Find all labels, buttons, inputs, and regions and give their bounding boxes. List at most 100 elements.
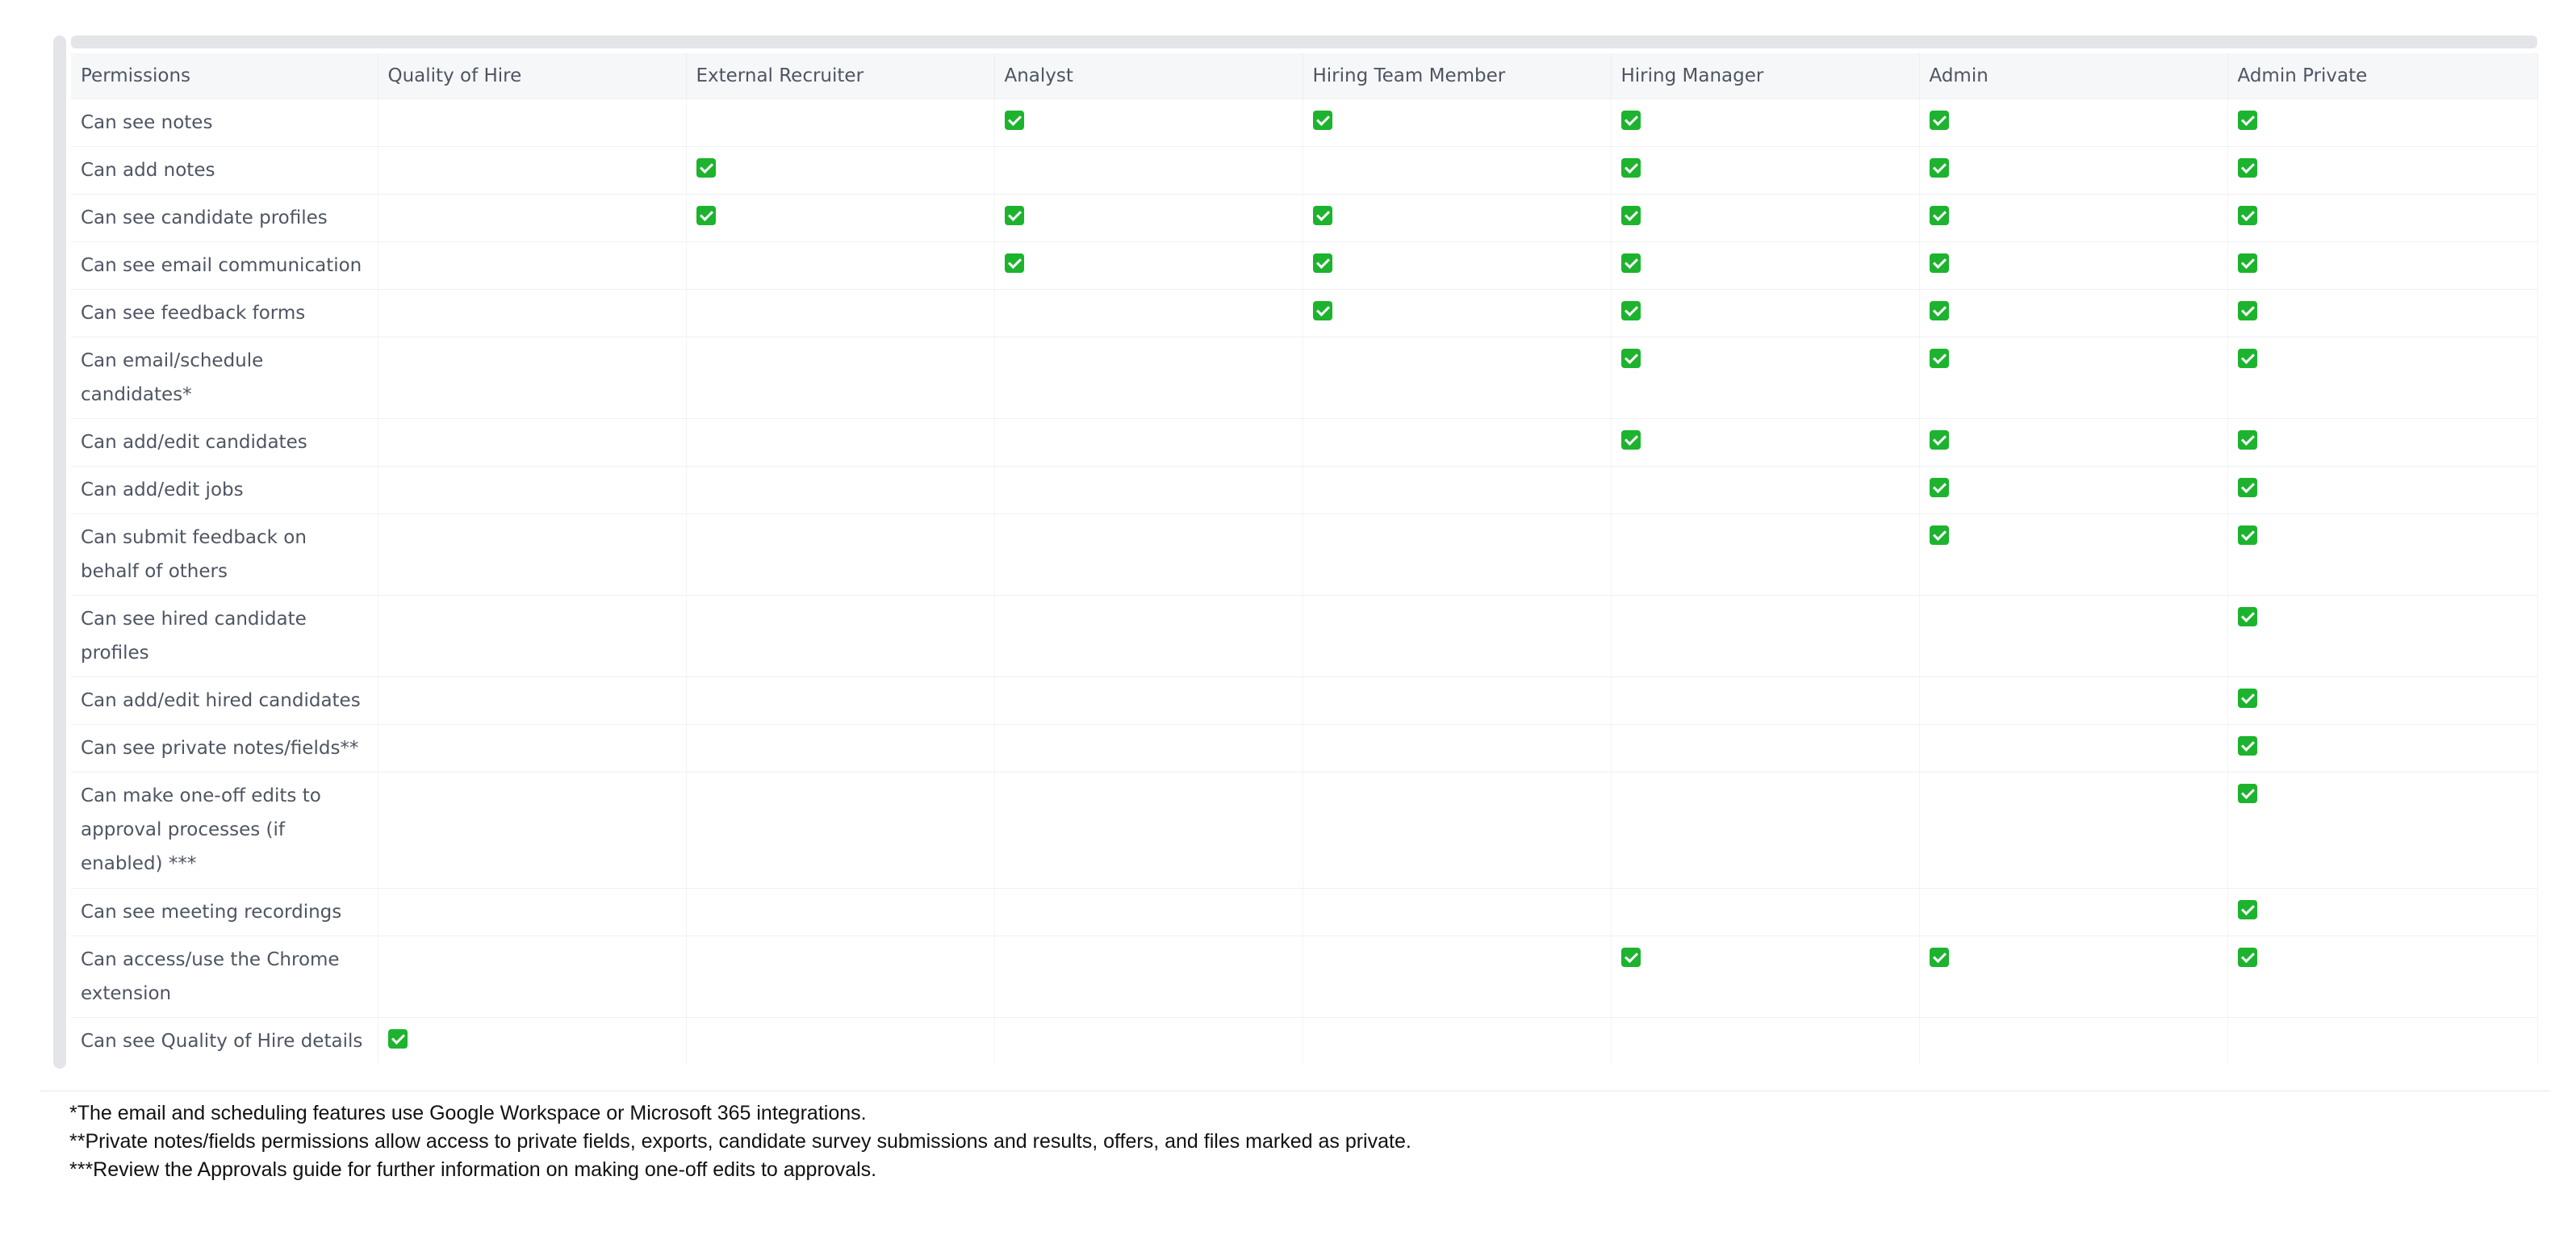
permission-cell: [686, 935, 995, 1017]
permission-cell: [1303, 676, 1612, 724]
check-mark-icon: [1620, 348, 1641, 368]
check-mark-icon: [2237, 947, 2257, 967]
permission-cell: [994, 676, 1303, 724]
permission-cell: [994, 887, 1303, 936]
permission-cell: [2227, 513, 2538, 595]
permission-cell: [378, 723, 687, 772]
permission-cell: [2227, 336, 2538, 418]
check-mark-icon: [1620, 300, 1641, 320]
permission-cell: [1919, 417, 2228, 466]
permission-cell: [378, 417, 687, 466]
permission-cell: [2227, 723, 2538, 772]
permission-cell: [378, 98, 687, 146]
permission-cell: [994, 1016, 1303, 1065]
permission-cell: [1303, 193, 1612, 241]
table-row: Can submit feedback on behalf of others: [71, 513, 2538, 595]
permission-cell: [994, 193, 1303, 241]
permission-cell: [378, 465, 687, 513]
permission-cell: [994, 145, 1303, 194]
permission-label: Can access/use the Chrome extension: [81, 948, 340, 1004]
column-header-admin: Admin: [1919, 53, 2228, 98]
permission-cell: [1611, 935, 1920, 1017]
check-mark-icon: [2237, 899, 2257, 919]
table-row: Can add/edit candidates: [71, 417, 2538, 466]
permission-cell: [1303, 935, 1612, 1017]
permission-cell: [1919, 193, 2228, 241]
permission-cell: [1303, 145, 1612, 194]
permission-cell: [1919, 594, 2228, 676]
permission-cell: [686, 288, 995, 337]
check-mark-icon: [1312, 205, 1332, 225]
table-row: Can see notes: [71, 98, 2538, 146]
permission-label: Can see feedback forms: [81, 302, 306, 324]
check-mark-icon: [1620, 205, 1641, 225]
permission-cell: [1611, 513, 1920, 595]
table-row: Can add/edit jobs: [71, 465, 2538, 513]
permission-cell: [1611, 193, 1920, 241]
permission-cell: [378, 935, 687, 1017]
vertical-scrollbar[interactable]: [53, 36, 66, 1069]
permission-cell: [1303, 241, 1612, 289]
permission-cell: [686, 465, 995, 513]
check-mark-icon: [2237, 157, 2257, 178]
permission-cell: [378, 1016, 687, 1065]
permission-cell: [2227, 98, 2538, 146]
permission-cell: [2227, 887, 2538, 936]
check-mark-icon: [1004, 110, 1024, 130]
permission-cell: [994, 935, 1303, 1017]
permission-cell: [1919, 288, 2228, 337]
table-row: Can see meeting recordings: [71, 887, 2538, 936]
permission-cell: [686, 513, 995, 595]
permission-label: Can add notes: [81, 159, 215, 181]
column-header-hiring-team-member: Hiring Team Member: [1303, 53, 1612, 98]
permission-cell: [2227, 417, 2538, 466]
permission-label-cell: Can access/use the Chrome extension: [71, 935, 378, 1017]
permission-label: Can add/edit candidates: [81, 431, 307, 453]
column-header-external-recruiter: External Recruiter: [686, 53, 995, 98]
permission-cell: [378, 241, 687, 289]
permission-cell: [1919, 336, 2228, 418]
horizontal-scrollbar[interactable]: [71, 36, 2537, 48]
permission-label-cell: Can see private notes/fields**: [71, 723, 378, 772]
permission-cell: [2227, 241, 2538, 289]
permission-cell: [1611, 98, 1920, 146]
permission-cell: [2227, 676, 2538, 724]
permission-label: Can see email communication: [81, 254, 362, 276]
permission-label: Can add/edit jobs: [81, 479, 244, 500]
permission-cell: [686, 1016, 995, 1065]
permission-cell: [1611, 771, 1920, 888]
permission-cell: [2227, 465, 2538, 513]
table-row: Can see candidate profiles: [71, 193, 2538, 241]
permission-cell: [994, 771, 1303, 888]
footnote-approvals: ***Review the Approvals guide for furthe…: [69, 1158, 877, 1181]
table-row: Can make one-off edits to approval proce…: [71, 771, 2538, 888]
permission-label-cell: Can see email communication: [71, 241, 378, 289]
check-mark-icon: [1620, 253, 1641, 273]
permission-cell: [1611, 465, 1920, 513]
check-mark-icon: [1004, 205, 1024, 225]
permission-cell: [1611, 594, 1920, 676]
table-body: Can see notes Can add notes Can see candid…: [71, 98, 2538, 1065]
check-mark-icon: [1312, 110, 1332, 130]
check-mark-icon: [2237, 735, 2257, 756]
check-mark-icon: [1620, 429, 1641, 450]
permission-cell: [686, 145, 995, 194]
permission-cell: [994, 723, 1303, 772]
permission-cell: [1919, 723, 2228, 772]
permission-cell: [378, 771, 687, 888]
permission-cell: [1303, 513, 1612, 595]
permissions-table-container: Permissions Quality of Hire External Rec…: [53, 36, 2538, 1069]
table-row: Can add notes: [71, 145, 2538, 194]
table-row: Can add/edit hired candidates: [71, 676, 2538, 724]
check-mark-icon: [1929, 253, 1949, 273]
permission-cell: [994, 513, 1303, 595]
check-mark-icon: [1929, 947, 1949, 967]
check-mark-icon: [1312, 300, 1332, 320]
check-mark-icon: [2237, 606, 2257, 626]
permission-cell: [994, 465, 1303, 513]
permission-cell: [686, 417, 995, 466]
permission-label: Can see candidate profiles: [81, 207, 328, 228]
permissions-table: Permissions Quality of Hire External Rec…: [71, 53, 2538, 1065]
check-mark-icon: [1929, 110, 1949, 130]
column-header-analyst: Analyst: [994, 53, 1303, 98]
